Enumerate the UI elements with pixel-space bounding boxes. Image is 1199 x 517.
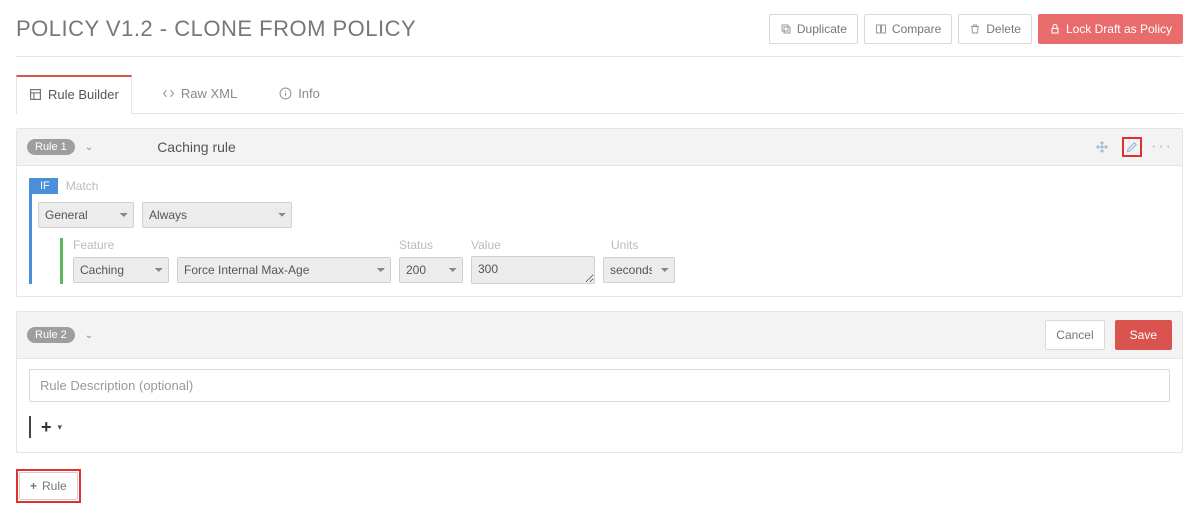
rule-1-badge: Rule 1 [27, 139, 75, 155]
plus-icon: + [30, 479, 37, 493]
trash-icon [969, 23, 981, 35]
status-select[interactable]: 200 [399, 257, 463, 283]
rule-1-panel: Rule 1 ⌄ Caching rule ··· IF Match Gener… [16, 128, 1183, 297]
match-value-select[interactable]: Always [142, 202, 292, 228]
duplicate-button[interactable]: Duplicate [769, 14, 858, 44]
compare-label: Compare [892, 20, 941, 38]
move-icon[interactable] [1092, 137, 1112, 157]
add-condition-button[interactable]: + [41, 417, 52, 438]
page-title: POLICY V1.2 - CLONE FROM POLICY [16, 16, 416, 42]
add-rule-label: Rule [42, 479, 67, 493]
delete-button[interactable]: Delete [958, 14, 1032, 44]
rule-2-badge: Rule 2 [27, 327, 75, 343]
match-label: Match [66, 179, 99, 193]
cancel-button[interactable]: Cancel [1045, 320, 1104, 350]
status-header: Status [399, 238, 463, 252]
rule-description-input[interactable] [29, 369, 1170, 402]
add-condition-dropdown[interactable]: ▾ [58, 422, 63, 433]
if-badge: IF [32, 178, 58, 194]
more-icon[interactable]: ··· [1152, 137, 1172, 157]
tab-rule-builder-label: Rule Builder [48, 87, 119, 102]
info-icon [279, 87, 292, 100]
copy-icon [780, 23, 792, 35]
rule-1-title: Caching rule [157, 139, 236, 155]
feature-category-select[interactable]: Caching [73, 257, 169, 283]
rule-1-collapse-toggle[interactable]: ⌄ [85, 142, 93, 153]
value-input[interactable] [471, 256, 595, 284]
lock-draft-button[interactable]: Lock Draft as Policy [1038, 14, 1183, 44]
lock-icon [1049, 23, 1061, 35]
tab-info[interactable]: Info [267, 75, 332, 113]
builder-icon [29, 88, 42, 101]
value-header: Value [471, 238, 603, 252]
tab-raw-xml-label: Raw XML [181, 86, 237, 101]
feature-name-select[interactable]: Force Internal Max-Age [177, 257, 391, 283]
units-header: Units [611, 238, 683, 252]
units-select[interactable]: seconds [603, 257, 675, 283]
duplicate-label: Duplicate [797, 20, 847, 38]
edit-icon[interactable] [1122, 137, 1142, 157]
header-actions: Duplicate Compare Delete Lock Draft as P… [769, 14, 1183, 44]
tab-rule-builder[interactable]: Rule Builder [16, 75, 132, 114]
add-rule-button[interactable]: + Rule [19, 472, 78, 500]
tab-raw-xml[interactable]: Raw XML [150, 75, 249, 113]
rule-2-collapse-toggle[interactable]: ⌄ [85, 330, 93, 341]
compare-button[interactable]: Compare [864, 14, 952, 44]
lock-draft-label: Lock Draft as Policy [1066, 20, 1172, 38]
compare-icon [875, 23, 887, 35]
match-category-select[interactable]: General [38, 202, 134, 228]
rule-2-panel: Rule 2 ⌄ Cancel Save + ▾ [16, 311, 1183, 453]
xml-icon [162, 87, 175, 100]
tab-info-label: Info [298, 86, 320, 101]
save-button[interactable]: Save [1115, 320, 1172, 350]
feature-header: Feature [73, 238, 169, 252]
tabs: Rule Builder Raw XML Info [16, 75, 1183, 114]
delete-label: Delete [986, 20, 1021, 38]
